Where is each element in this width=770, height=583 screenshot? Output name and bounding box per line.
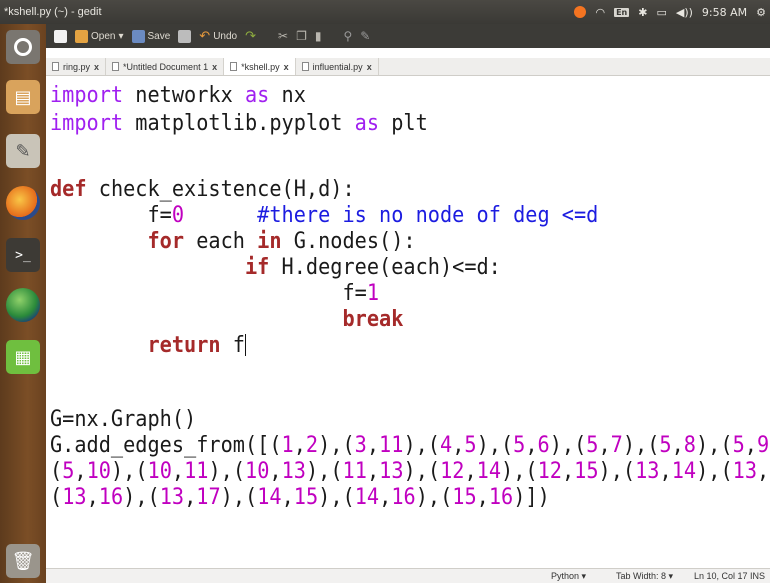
ubuntu-dash-icon[interactable] xyxy=(6,30,40,64)
open-button[interactable]: Open ▾ xyxy=(75,29,124,43)
paste-button[interactable]: ▮ xyxy=(315,29,322,43)
tab-influential-py[interactable]: influential.py x xyxy=(296,58,379,75)
toolbar: Open ▾ Save ↶ Undo ↷ ✂ ❐ ▮ ⚲ ✎ xyxy=(46,24,770,48)
battery-icon[interactable]: ▭ xyxy=(656,6,666,19)
document-icon xyxy=(112,62,120,71)
print-icon xyxy=(178,29,192,43)
code-line[interactable]: G.add_edges_from([(1,2),(3,11),(4,5),(5,… xyxy=(50,433,770,459)
undo-button[interactable]: ↶ Undo xyxy=(199,28,237,44)
tab-width-selector[interactable]: Tab Width: 8 ▾ xyxy=(616,571,673,582)
system-tray: ◠ En ✱ ▭ ◀)) 9:58 AM ⚙ xyxy=(574,0,766,24)
document-icon xyxy=(52,62,59,71)
settings-gear-icon[interactable]: ⚙ xyxy=(756,6,766,19)
paste-icon: ▮ xyxy=(314,29,322,43)
trash-icon[interactable]: 🗑 xyxy=(6,544,40,578)
cursor-position: Ln 10, Col 17 xyxy=(694,571,748,581)
save-label: Save xyxy=(147,30,171,42)
tab-ring-py[interactable]: ring.py x xyxy=(46,58,107,75)
document-icon xyxy=(301,62,309,71)
launcher: ▤ ✎ >_ ▦ 🗑 xyxy=(0,24,46,583)
code-line[interactable]: def check_existence(H,d): xyxy=(50,177,355,203)
clock[interactable]: 9:58 AM xyxy=(702,6,747,19)
bluetooth-icon[interactable]: ✱ xyxy=(638,6,647,19)
tab-label: *Untitled Document 1 xyxy=(123,61,209,72)
code-line[interactable]: (13,16),(13,17),(14,15),(14,16),(15,16)]… xyxy=(50,485,550,511)
insert-mode: INS xyxy=(750,571,766,581)
code-line[interactable]: f=1 xyxy=(50,281,379,307)
code-line[interactable]: for each in G.nodes(): xyxy=(50,229,415,255)
replace-icon: ✎ xyxy=(360,29,371,43)
terminal-icon[interactable]: >_ xyxy=(6,238,40,272)
code-line[interactable]: import networkx as nx xyxy=(50,83,306,109)
code-line[interactable]: return f xyxy=(50,333,246,359)
volume-icon[interactable]: ◀)) xyxy=(676,6,693,19)
copy-button[interactable]: ❐ xyxy=(296,29,307,43)
language-selector[interactable]: Python ▾ xyxy=(551,571,586,582)
status-bar: Python ▾ Tab Width: 8 ▾ Ln 10, Col 17 IN… xyxy=(46,568,770,583)
power-indicator-icon[interactable] xyxy=(574,6,587,18)
files-icon[interactable]: ▤ xyxy=(6,80,40,114)
folder-icon xyxy=(75,29,88,43)
close-tab-icon[interactable]: x xyxy=(367,62,372,72)
copy-icon: ❐ xyxy=(296,29,307,43)
print-button[interactable] xyxy=(178,29,192,43)
close-tab-icon[interactable]: x xyxy=(284,62,289,72)
tab-label: ring.py xyxy=(63,61,91,72)
find-button[interactable]: ⚲ xyxy=(343,29,352,43)
tab-untitled-document-1[interactable]: *Untitled Document 1 x xyxy=(106,58,225,75)
browser-globe-icon[interactable] xyxy=(6,288,40,322)
undo-label: Undo xyxy=(213,30,238,42)
tab-kshell-py[interactable]: *kshell.py x xyxy=(224,58,296,75)
keyboard-layout-indicator[interactable]: En xyxy=(614,7,630,17)
window-title: *kshell.py (~) - gedit xyxy=(4,6,102,18)
code-line[interactable]: if H.degree(each)<=d: xyxy=(50,255,501,281)
redo-icon: ↷ xyxy=(245,28,257,43)
new-document-button[interactable] xyxy=(54,29,67,43)
code-line[interactable]: f=0 #there is no node of deg <=d xyxy=(50,203,598,229)
document-tabs: ring.py x *Untitled Document 1 x *kshell… xyxy=(46,58,770,76)
firefox-icon[interactable] xyxy=(6,186,40,220)
spreadsheet-icon[interactable]: ▦ xyxy=(6,340,40,374)
code-line[interactable]: (5,10),(10,11),(10,13),(11,13),(12,14),(… xyxy=(50,459,770,485)
code-editor[interactable]: import networkx as nx import matplotlib.p… xyxy=(46,77,770,568)
document-icon xyxy=(230,62,238,71)
scissors-icon: ✂ xyxy=(278,29,289,43)
replace-button[interactable]: ✎ xyxy=(360,29,370,43)
wifi-icon[interactable]: ◠ xyxy=(595,6,605,19)
text-cursor xyxy=(244,334,246,356)
save-button[interactable]: Save xyxy=(131,29,171,43)
code-line[interactable]: break xyxy=(50,307,403,333)
code-line[interactable]: G=nx.Graph() xyxy=(50,407,196,433)
open-dropdown-arrow[interactable]: ▾ xyxy=(118,31,123,42)
tab-label: influential.py xyxy=(312,61,363,72)
save-icon xyxy=(131,29,145,43)
open-label: Open xyxy=(91,30,116,42)
code-line[interactable]: import matplotlib.pyplot as plt xyxy=(50,111,428,137)
close-tab-icon[interactable]: x xyxy=(212,62,217,72)
text-editor-icon[interactable]: ✎ xyxy=(6,134,40,168)
redo-button[interactable]: ↷ xyxy=(245,28,256,44)
search-icon: ⚲ xyxy=(343,29,353,43)
close-tab-icon[interactable]: x xyxy=(94,62,99,72)
undo-icon: ↶ xyxy=(199,28,211,43)
cut-button[interactable]: ✂ xyxy=(278,29,288,43)
new-document-icon xyxy=(54,29,67,43)
top-panel: *kshell.py (~) - gedit ◠ En ✱ ▭ ◀)) 9:58… xyxy=(0,0,770,24)
tab-label: *kshell.py xyxy=(241,61,280,72)
